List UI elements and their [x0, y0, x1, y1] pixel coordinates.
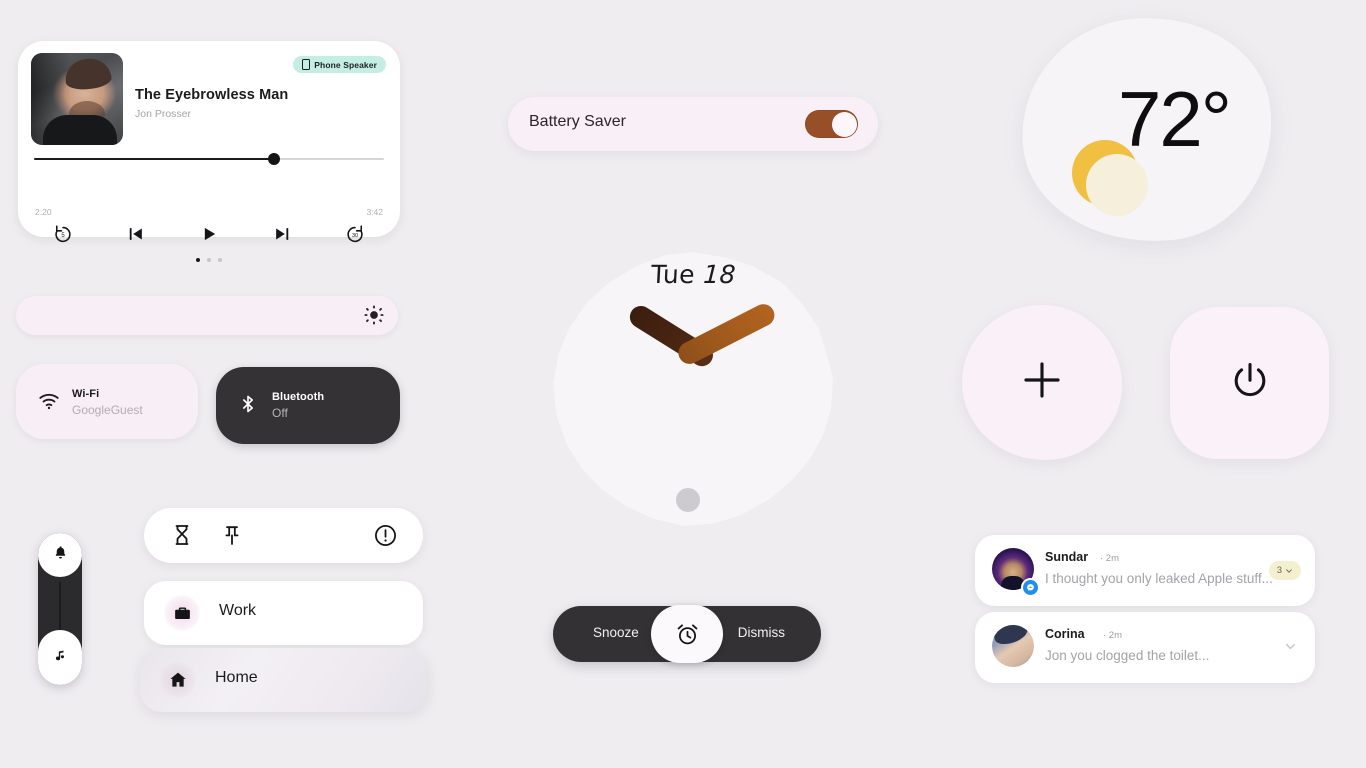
ringer-button[interactable]: [38, 533, 82, 577]
battery-saver-toggle[interactable]: [805, 110, 858, 138]
avatar: [992, 625, 1034, 667]
time-total: 3:42: [366, 207, 383, 217]
toggle-knob: [831, 111, 857, 137]
alarm-control-bar: Snooze Dismiss: [553, 605, 821, 663]
clock-day-number: 18: [702, 260, 737, 289]
volume-slider[interactable]: [38, 533, 82, 685]
media-player-card[interactable]: Phone Speaker The Eyebrowless Man Jon Pr…: [18, 41, 400, 262]
home-icon: [160, 662, 196, 698]
chevron-down-icon[interactable]: [1284, 640, 1297, 653]
svg-text:5: 5: [61, 233, 65, 239]
replay-5-icon[interactable]: 5: [50, 221, 76, 247]
messenger-icon: [1021, 578, 1040, 597]
bluetooth-tile[interactable]: Bluetooth Off: [216, 367, 400, 444]
power-icon: [1227, 358, 1273, 409]
notification-time: · 2m: [1103, 630, 1122, 641]
clock-date: Tue 18: [550, 260, 837, 289]
output-device-badge[interactable]: Phone Speaker: [293, 56, 386, 73]
alert-circle-icon[interactable]: [373, 523, 399, 549]
volume-level-line: [59, 581, 61, 631]
pin-icon[interactable]: [220, 523, 246, 549]
notification-time: · 2m: [1100, 553, 1119, 564]
notification-message: I thought you only leaked Apple stuff...: [1045, 571, 1273, 586]
bluetooth-state: Off: [272, 406, 288, 420]
wifi-icon: [38, 390, 60, 412]
clock-center-button[interactable]: [676, 488, 700, 512]
quick-actions-row: [144, 508, 423, 563]
music-note-icon: [53, 648, 67, 667]
place-item-work[interactable]: Work: [144, 581, 423, 645]
seek-fill: [34, 158, 275, 160]
dismiss-button[interactable]: Dismiss: [738, 625, 785, 640]
place-item-home[interactable]: Home: [140, 648, 428, 712]
notification-count: 3: [1276, 565, 1282, 576]
wifi-network-name: GoogleGuest: [72, 403, 143, 417]
hourglass-icon[interactable]: [170, 523, 196, 549]
clock-widget[interactable]: Tue 18: [551, 252, 836, 527]
battery-saver-card[interactable]: Battery Saver: [508, 97, 878, 151]
media-volume-handle[interactable]: [38, 630, 82, 685]
page-dot: [218, 258, 222, 262]
play-icon[interactable]: [196, 221, 222, 247]
transport-controls: 5 30: [18, 219, 400, 249]
home-screen: Phone Speaker The Eyebrowless Man Jon Pr…: [0, 0, 1366, 768]
page-dot: [207, 258, 211, 262]
album-art: [31, 53, 123, 145]
time-elapsed: 2:20: [35, 207, 52, 217]
power-button[interactable]: [1170, 307, 1329, 459]
battery-saver-label: Battery Saver: [529, 113, 626, 130]
notification-corina[interactable]: Corina · 2m Jon you clogged the toilet..…: [975, 612, 1315, 683]
seek-thumb[interactable]: [268, 153, 280, 165]
page-indicator[interactable]: [18, 258, 400, 262]
page-dot-active: [196, 258, 200, 262]
svg-text:30: 30: [352, 233, 358, 239]
notification-sender: Sundar: [1045, 550, 1089, 564]
place-label-home: Home: [215, 669, 258, 686]
clock-face: [553, 252, 834, 526]
wifi-title: Wi-Fi: [72, 388, 100, 400]
seek-bar[interactable]: [34, 153, 384, 165]
bluetooth-icon: [238, 393, 260, 415]
notification-count-badge[interactable]: 3: [1268, 561, 1301, 580]
snooze-button[interactable]: Snooze: [593, 625, 639, 640]
skip-previous-icon[interactable]: [123, 221, 149, 247]
forward-30-icon[interactable]: 30: [342, 221, 368, 247]
track-title: The Eyebrowless Man: [135, 87, 289, 103]
weather-temperature: 72°: [1118, 75, 1232, 163]
wifi-tile[interactable]: Wi-Fi GoogleGuest: [16, 364, 198, 439]
notification-sundar[interactable]: Sundar · 2m I thought you only leaked Ap…: [975, 535, 1315, 606]
place-label-work: Work: [219, 602, 257, 619]
add-button[interactable]: [962, 305, 1122, 460]
skip-next-icon[interactable]: [269, 221, 295, 247]
brightness-slider[interactable]: [16, 296, 398, 335]
weather-widget[interactable]: 72°: [1010, 5, 1284, 255]
bluetooth-title: Bluetooth: [272, 391, 325, 403]
briefcase-icon: [164, 595, 200, 631]
plus-icon: [1016, 354, 1068, 411]
track-artist: Jon Prosser: [135, 108, 192, 120]
bell-icon: [53, 545, 68, 565]
notification-message: Jon you clogged the toilet...: [1045, 648, 1210, 663]
output-device-label: Phone Speaker: [314, 59, 377, 70]
phone-icon: [302, 59, 311, 70]
alarm-clock-icon[interactable]: [651, 605, 723, 663]
brightness-icon: [364, 305, 384, 325]
clock-weekday: Tue: [650, 260, 705, 289]
notification-sender: Corina: [1045, 627, 1085, 641]
